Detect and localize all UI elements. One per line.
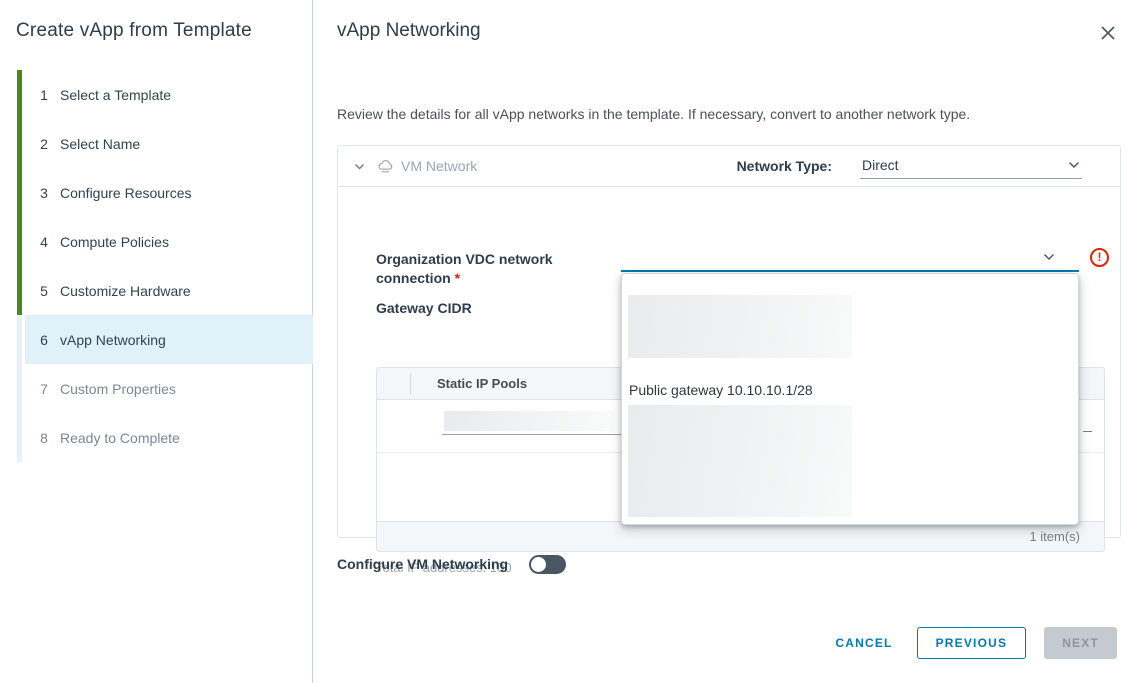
dropdown-option-public-gateway[interactable]: Public gateway 10.10.10.1/28	[622, 375, 1078, 404]
sidebar-item-customize-hardware[interactable]: 5 Customize Hardware	[0, 266, 313, 315]
wizard-steps-list: 1 Select a Template 2 Select Name 3 Conf…	[0, 70, 313, 462]
cancel-button[interactable]: CANCEL	[829, 627, 898, 659]
page-title: vApp Networking	[337, 20, 481, 42]
item-count: 1 item(s)	[1029, 529, 1080, 544]
wizard-footer-buttons: CANCEL PREVIOUS NEXT	[829, 627, 1117, 659]
wizard-step-sidebar: Create vApp from Template 1 Select a Tem…	[0, 0, 313, 683]
sidebar-item-compute-policies[interactable]: 4 Compute Policies	[0, 217, 313, 266]
vapp-network-cloud-icon	[376, 159, 395, 174]
chevron-down-icon	[1043, 253, 1055, 261]
table-footer: 1 item(s)	[377, 521, 1104, 551]
step-number: 4	[38, 234, 50, 250]
vapp-network-card: VM Network Network Type: Direct Organiza…	[337, 145, 1121, 538]
wizard-page-vapp-networking: vApp Networking Review the details for a…	[313, 0, 1139, 683]
validation-error-icon: !	[1090, 248, 1109, 267]
step-number: 8	[38, 430, 50, 446]
redacted-dropdown-option[interactable]	[628, 405, 852, 517]
step-label: Select a Template	[60, 87, 171, 103]
sidebar-item-custom-properties[interactable]: 7 Custom Properties	[0, 364, 313, 413]
sidebar-item-ready-to-complete[interactable]: 8 Ready to Complete	[0, 413, 313, 462]
network-type-label: Network Type:	[737, 158, 832, 174]
step-number: 1	[38, 87, 50, 103]
step-label: vApp Networking	[60, 332, 166, 348]
org-vdc-connection-dropdown: Public gateway 10.10.10.1/28	[621, 273, 1079, 525]
network-card-body: Organization VDC network connection * Ga…	[338, 187, 1120, 538]
redacted-value	[444, 411, 614, 431]
close-icon[interactable]	[1099, 24, 1117, 42]
step-label: Custom Properties	[60, 381, 176, 397]
step-number: 7	[38, 381, 50, 397]
column-separator	[410, 373, 411, 394]
gateway-cidr-label: Gateway CIDR	[376, 299, 472, 318]
page-description: Review the details for all vApp networks…	[337, 106, 970, 122]
network-card-header: VM Network Network Type: Direct	[338, 146, 1120, 187]
sidebar-item-configure-resources[interactable]: 3 Configure Resources	[0, 168, 313, 217]
step-label: Ready to Complete	[60, 430, 180, 446]
network-name: VM Network	[401, 158, 477, 174]
sidebar-item-select-name[interactable]: 2 Select Name	[0, 119, 313, 168]
network-type-select[interactable]: Direct	[860, 154, 1082, 179]
step-number: 3	[38, 185, 50, 201]
create-vapp-wizard-dialog: Create vApp from Template 1 Select a Tem…	[0, 0, 1139, 683]
step-number: 2	[38, 136, 50, 152]
org-vdc-connection-select[interactable]	[621, 246, 1079, 272]
sidebar-item-vapp-networking[interactable]: 6 vApp Networking	[0, 315, 313, 364]
step-number: 5	[38, 283, 50, 299]
required-marker: *	[455, 270, 460, 286]
org-vdc-connection-label: Organization VDC network connection *	[376, 250, 581, 288]
step-label: Select Name	[60, 136, 140, 152]
step-label: Customize Hardware	[60, 283, 191, 299]
network-type-value: Direct	[862, 157, 899, 173]
configure-vm-networking-toggle[interactable]	[529, 555, 566, 574]
toggle-knob	[531, 557, 546, 572]
sidebar-item-select-a-template[interactable]: 1 Select a Template	[0, 70, 313, 119]
wizard-title: Create vApp from Template	[16, 20, 252, 42]
redacted-dropdown-option[interactable]	[628, 295, 852, 358]
step-label: Compute Policies	[60, 234, 169, 250]
step-number: 6	[38, 332, 50, 348]
next-button[interactable]: NEXT	[1044, 627, 1117, 659]
static-ip-pool-input[interactable]	[442, 407, 627, 435]
configure-vm-networking-label: Configure VM Networking	[337, 556, 508, 572]
previous-button[interactable]: PREVIOUS	[917, 627, 1027, 659]
table-cell-dash	[1083, 431, 1092, 432]
step-label: Configure Resources	[60, 185, 192, 201]
org-vdc-label-text: Organization VDC network connection	[376, 251, 553, 286]
collapse-chevron-icon[interactable]	[353, 160, 366, 173]
column-header-static-ip-pools: Static IP Pools	[437, 376, 527, 391]
chevron-down-icon	[1068, 161, 1080, 169]
